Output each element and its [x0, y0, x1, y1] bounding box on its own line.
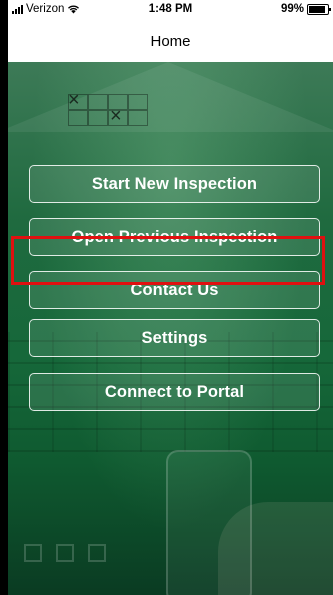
house-roof-graphic — [8, 62, 333, 132]
status-bar: Verizon 1:48 PM 99% — [8, 0, 333, 20]
page-title: Home — [8, 22, 333, 63]
square-icon — [24, 544, 42, 562]
battery-percent: 99% — [280, 3, 304, 15]
square-icon — [88, 544, 106, 562]
contact-us-button[interactable]: Contact Us — [29, 271, 320, 309]
start-new-inspection-button[interactable]: Start New Inspection — [29, 165, 320, 203]
settings-button[interactable]: Settings — [29, 319, 320, 357]
status-right: 99% — [280, 3, 331, 15]
connect-to-portal-button[interactable]: Connect to Portal — [29, 373, 320, 411]
phone-screen: Verizon 1:48 PM 99% Home × × Start New I… — [8, 0, 333, 595]
hand-graphic — [218, 502, 333, 595]
x-mark-icon: × — [68, 89, 80, 111]
x-mark-icon: × — [110, 105, 122, 127]
window-grid-graphic: × × — [68, 90, 148, 127]
battery-icon — [307, 3, 331, 15]
open-previous-inspection-button[interactable]: Open Previous Inspection — [29, 218, 320, 256]
square-icon — [56, 544, 74, 562]
